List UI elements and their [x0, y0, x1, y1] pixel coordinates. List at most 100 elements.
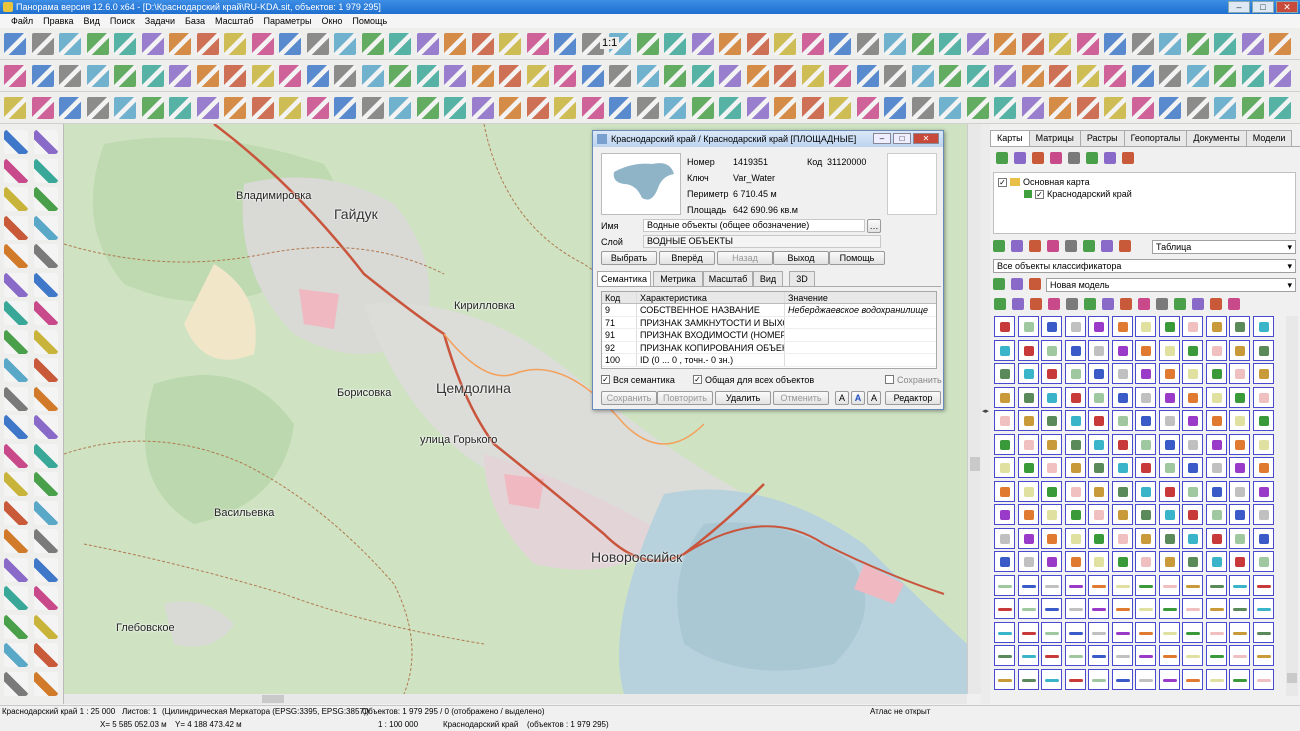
- symbol-cell[interactable]: [1229, 386, 1250, 408]
- toolbar-tool-icon[interactable]: [774, 33, 796, 55]
- toolbar-tool-icon[interactable]: [1159, 65, 1181, 87]
- symbol-cell[interactable]: [1111, 386, 1133, 408]
- symbol-cell[interactable]: [1158, 574, 1180, 596]
- panel-tool-icon[interactable]: [1120, 298, 1132, 310]
- toolbar-tool-icon[interactable]: [86, 97, 109, 119]
- toolbar-tool-icon[interactable]: [416, 33, 439, 55]
- toolbar-tool-icon[interactable]: [746, 65, 769, 87]
- toolbar-tool-icon[interactable]: [994, 97, 1016, 119]
- toolbar-tool-icon[interactable]: [4, 65, 26, 87]
- symbol-cell[interactable]: [1064, 598, 1086, 619]
- toolbar-tool-icon[interactable]: [801, 97, 824, 119]
- panel-tool-icon[interactable]: [1068, 152, 1080, 164]
- menu-item-0[interactable]: Файл: [6, 14, 38, 28]
- symbol-cell[interactable]: [1158, 480, 1180, 502]
- name-field[interactable]: Водные объекты (общее обозначение): [643, 219, 865, 232]
- panel-tool-icon[interactable]: [1011, 240, 1023, 252]
- font-a-button[interactable]: A: [835, 391, 849, 405]
- symbol-cell[interactable]: [1252, 363, 1274, 384]
- symbol-cell[interactable]: [1111, 363, 1133, 384]
- symbol-cell[interactable]: [1135, 598, 1156, 619]
- symbol-cell[interactable]: [1158, 598, 1180, 619]
- toolbar-tool-icon[interactable]: [416, 65, 439, 87]
- toolbar-tool-icon[interactable]: [279, 33, 301, 55]
- symbol-cell[interactable]: [1205, 457, 1227, 478]
- toolbar-tool-icon[interactable]: [526, 33, 549, 55]
- symbol-cell[interactable]: [1088, 457, 1109, 478]
- panel-tool-icon[interactable]: [996, 152, 1008, 164]
- symbol-cell[interactable]: [1088, 668, 1109, 690]
- symbol-cell[interactable]: [1017, 410, 1039, 431]
- symbol-cell[interactable]: [1158, 621, 1180, 643]
- symbol-cell[interactable]: [1182, 457, 1203, 478]
- symbol-cell[interactable]: [994, 551, 1015, 572]
- symbol-cell[interactable]: [1088, 527, 1109, 549]
- symbol-cell[interactable]: [1252, 645, 1274, 666]
- minimize-icon[interactable]: –: [1228, 1, 1250, 13]
- left-tool-icon[interactable]: [34, 614, 58, 639]
- symbol-cell[interactable]: [1158, 433, 1180, 455]
- toolbar-tool-icon[interactable]: [471, 65, 494, 87]
- symbol-cell[interactable]: [1017, 645, 1039, 666]
- toolbar-tool-icon[interactable]: [609, 65, 631, 87]
- symbol-cell[interactable]: [1041, 480, 1062, 502]
- panel-tool-icon[interactable]: [1029, 278, 1041, 290]
- panel-tool-icon[interactable]: [1083, 240, 1095, 252]
- toolbar-tool-icon[interactable]: [966, 33, 989, 55]
- left-tool-icon[interactable]: [4, 329, 28, 354]
- toolbar-tool-icon[interactable]: [444, 65, 466, 87]
- symbol-cell[interactable]: [1041, 645, 1062, 666]
- symbol-cell[interactable]: [1252, 598, 1274, 619]
- left-tool-icon[interactable]: [4, 443, 28, 468]
- symbol-cell[interactable]: [1229, 363, 1250, 384]
- symbol-cell[interactable]: [1135, 339, 1156, 361]
- symbol-cell[interactable]: [1252, 527, 1274, 549]
- symbol-cell[interactable]: [1111, 621, 1133, 643]
- scroll-thumb[interactable]: [262, 695, 284, 703]
- toolbar-tool-icon[interactable]: [141, 65, 164, 87]
- toolbar-tool-icon[interactable]: [1214, 65, 1236, 87]
- left-tool-icon[interactable]: [4, 671, 28, 696]
- exit-button[interactable]: Выход: [773, 251, 829, 265]
- symbol-cell[interactable]: [1229, 504, 1250, 525]
- symbol-cell[interactable]: [1252, 551, 1274, 572]
- toolbar-tool-icon[interactable]: [224, 65, 246, 87]
- symbol-cell[interactable]: [1252, 621, 1274, 643]
- toolbar-tool-icon[interactable]: [664, 97, 686, 119]
- symbol-cell[interactable]: [1017, 386, 1039, 408]
- toolbar-tool-icon[interactable]: [856, 33, 879, 55]
- symbol-cell[interactable]: [1229, 433, 1250, 455]
- toolbar-tool-icon[interactable]: [1269, 65, 1291, 87]
- model-select[interactable]: Новая модель: [1046, 278, 1296, 292]
- save-checkbox[interactable]: [885, 375, 894, 384]
- panel-splitter[interactable]: ◂▸: [981, 124, 990, 704]
- rpanel-tab-2[interactable]: Растры: [1079, 130, 1125, 146]
- toolbar-tool-icon[interactable]: [499, 65, 521, 87]
- toolbar-tool-icon[interactable]: [114, 97, 136, 119]
- symbol-cell[interactable]: [994, 363, 1015, 384]
- toolbar-tool-icon[interactable]: [829, 97, 851, 119]
- toolbar-tool-icon[interactable]: [1186, 33, 1209, 55]
- symbol-cell[interactable]: [1182, 645, 1203, 666]
- symbol-cell[interactable]: [1111, 457, 1133, 478]
- symbol-cell[interactable]: [994, 386, 1015, 408]
- menu-item-5[interactable]: База: [180, 14, 210, 28]
- panel-tool-icon[interactable]: [1047, 240, 1059, 252]
- toolbar-tool-icon[interactable]: [1076, 97, 1099, 119]
- maximize-icon[interactable]: □: [1252, 1, 1274, 13]
- select-button[interactable]: Выбрать: [601, 251, 657, 265]
- toolbar-tool-icon[interactable]: [526, 97, 549, 119]
- toolbar-tool-icon[interactable]: [966, 97, 989, 119]
- tree-root-checkbox[interactable]: ✓: [998, 177, 1007, 187]
- symbol-cell[interactable]: [1182, 621, 1203, 643]
- symbol-cell[interactable]: [1135, 363, 1156, 384]
- symbol-cell[interactable]: [1135, 668, 1156, 690]
- left-tool-icon[interactable]: [34, 130, 58, 154]
- symbol-cell[interactable]: [1017, 527, 1039, 549]
- toolbar-tool-icon[interactable]: [554, 33, 576, 55]
- symbol-cell[interactable]: [1205, 433, 1227, 455]
- toolbar-tool-icon[interactable]: [251, 65, 274, 87]
- toolbar-tool-icon[interactable]: [884, 65, 906, 87]
- toolbar-tool-icon[interactable]: [251, 33, 274, 55]
- all-semantics-checkbox[interactable]: ✓: [601, 375, 610, 384]
